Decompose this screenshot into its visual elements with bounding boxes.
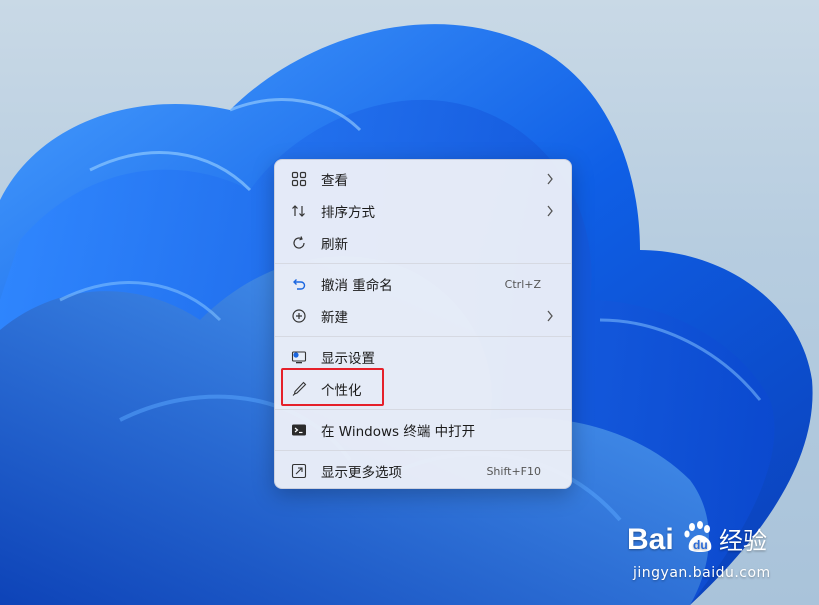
more-options-icon [289,461,309,481]
shortcut-text: Shift+F10 [486,464,541,478]
new-plus-icon [289,306,309,326]
menu-item-label: 在 Windows 终端 中打开 [321,424,476,440]
chevron-right-icon [545,204,555,218]
desktop[interactable]: 查看 排序方式 刷新 撤消 重命名 Ctrl+Z 新建 显示设置 个性化 在 W… [0,0,819,605]
menu-item-new[interactable]: 新建 [279,300,567,332]
chevron-right-icon [545,309,555,323]
svg-text:经验: 经验 [719,527,767,555]
undo-icon [289,274,309,294]
menu-item-label: 新建 [321,310,348,326]
menu-item-show-more-options[interactable]: 显示更多选项 Shift+F10 [279,455,567,487]
view-grid-icon [289,169,309,189]
refresh-icon [289,233,309,253]
menu-item-open-terminal[interactable]: 在 Windows 终端 中打开 [279,414,567,446]
svg-text:du: du [693,538,708,552]
shortcut-text: Ctrl+Z [504,277,541,291]
sort-icon [289,201,309,221]
menu-item-label: 排序方式 [321,205,375,221]
menu-item-sort[interactable]: 排序方式 [279,195,567,227]
menu-item-label: 查看 [321,173,348,189]
chevron-right-icon [545,172,555,186]
svg-text:Bai: Bai [627,523,674,556]
menu-item-refresh[interactable]: 刷新 [279,227,567,259]
menu-separator [275,409,571,410]
watermark-url: jingyan.baidu.com [633,565,771,581]
menu-item-label: 显示设置 [321,351,375,367]
annotation-highlight-box [281,368,384,406]
baidu-jingyan-logo: Bai du 经验 [627,521,767,556]
menu-item-label: 撤消 重命名 [321,278,393,294]
menu-item-label: 刷新 [321,237,348,253]
menu-item-label: 显示更多选项 [321,465,402,481]
menu-item-undo-rename[interactable]: 撤消 重命名 Ctrl+Z [279,268,567,300]
menu-separator [275,336,571,337]
terminal-icon [289,420,309,440]
menu-separator [275,263,571,264]
display-settings-icon [289,347,309,367]
menu-item-view[interactable]: 查看 [279,163,567,195]
desktop-context-menu: 查看 排序方式 刷新 撤消 重命名 Ctrl+Z 新建 显示设置 个性化 在 W… [274,159,572,489]
menu-separator [275,450,571,451]
baidu-jingyan-watermark: Bai du 经验 jingyan.baidu.com [627,517,777,587]
